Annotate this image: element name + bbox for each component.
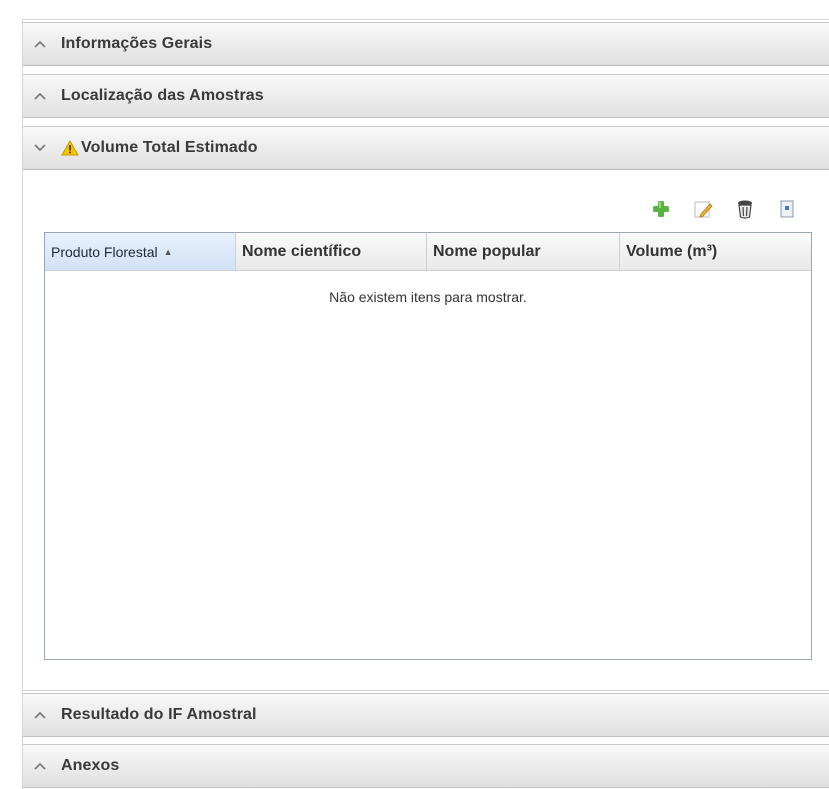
section-header-localizacao-amostras[interactable]: Localização das Amostras — [23, 74, 829, 118]
section-header-resultado-if-amostral[interactable]: Resultado do IF Amostral — [23, 693, 829, 737]
section-title: Informações Gerais — [61, 35, 213, 52]
empty-grid-message: Não existem itens para mostrar. — [329, 289, 527, 305]
chevron-up-icon — [33, 708, 47, 722]
chevron-up-icon — [33, 89, 47, 103]
section-title: Anexos — [61, 757, 120, 774]
column-nome-popular[interactable]: Nome popular — [427, 233, 620, 271]
grid-header-row: Produto Florestal ▲ Nome científico Nome… — [45, 233, 811, 271]
column-label: Nome popular — [433, 242, 541, 260]
delete-icon[interactable] — [735, 199, 755, 219]
section-header-informacoes-gerais[interactable]: Informações Gerais — [23, 22, 829, 66]
warning-icon — [61, 139, 79, 156]
add-icon[interactable] — [651, 199, 671, 219]
section-header-anexos[interactable]: Anexos — [23, 744, 829, 788]
column-produto-florestal[interactable]: Produto Florestal ▲ — [45, 233, 236, 271]
export-icon[interactable] — [777, 199, 797, 219]
section-header-volume-total-estimado[interactable]: Volume Total Estimado — [23, 126, 829, 170]
chevron-up-icon — [33, 759, 47, 773]
grid-toolbar — [651, 198, 797, 220]
edit-icon[interactable] — [693, 199, 713, 219]
column-nome-cientifico[interactable]: Nome científico — [236, 233, 427, 271]
column-label: Produto Florestal — [51, 243, 158, 260]
column-label: Nome científico — [242, 242, 362, 260]
chevron-down-icon — [33, 141, 47, 155]
column-volume[interactable]: Volume (m³) — [620, 233, 811, 271]
section-title: Volume Total Estimado — [81, 139, 258, 156]
column-label: Volume (m³) — [626, 242, 718, 260]
volume-grid: Produto Florestal ▲ Nome científico Nome… — [44, 232, 812, 660]
section-title: Localização das Amostras — [61, 87, 264, 104]
accordion-container: Informações Gerais Localização das Amost… — [22, 19, 829, 789]
sort-ascending-icon: ▲ — [163, 246, 173, 257]
volume-panel-body: Produto Florestal ▲ Nome científico Nome… — [23, 171, 829, 691]
chevron-up-icon — [33, 37, 47, 51]
section-title: Resultado do IF Amostral — [61, 706, 257, 723]
